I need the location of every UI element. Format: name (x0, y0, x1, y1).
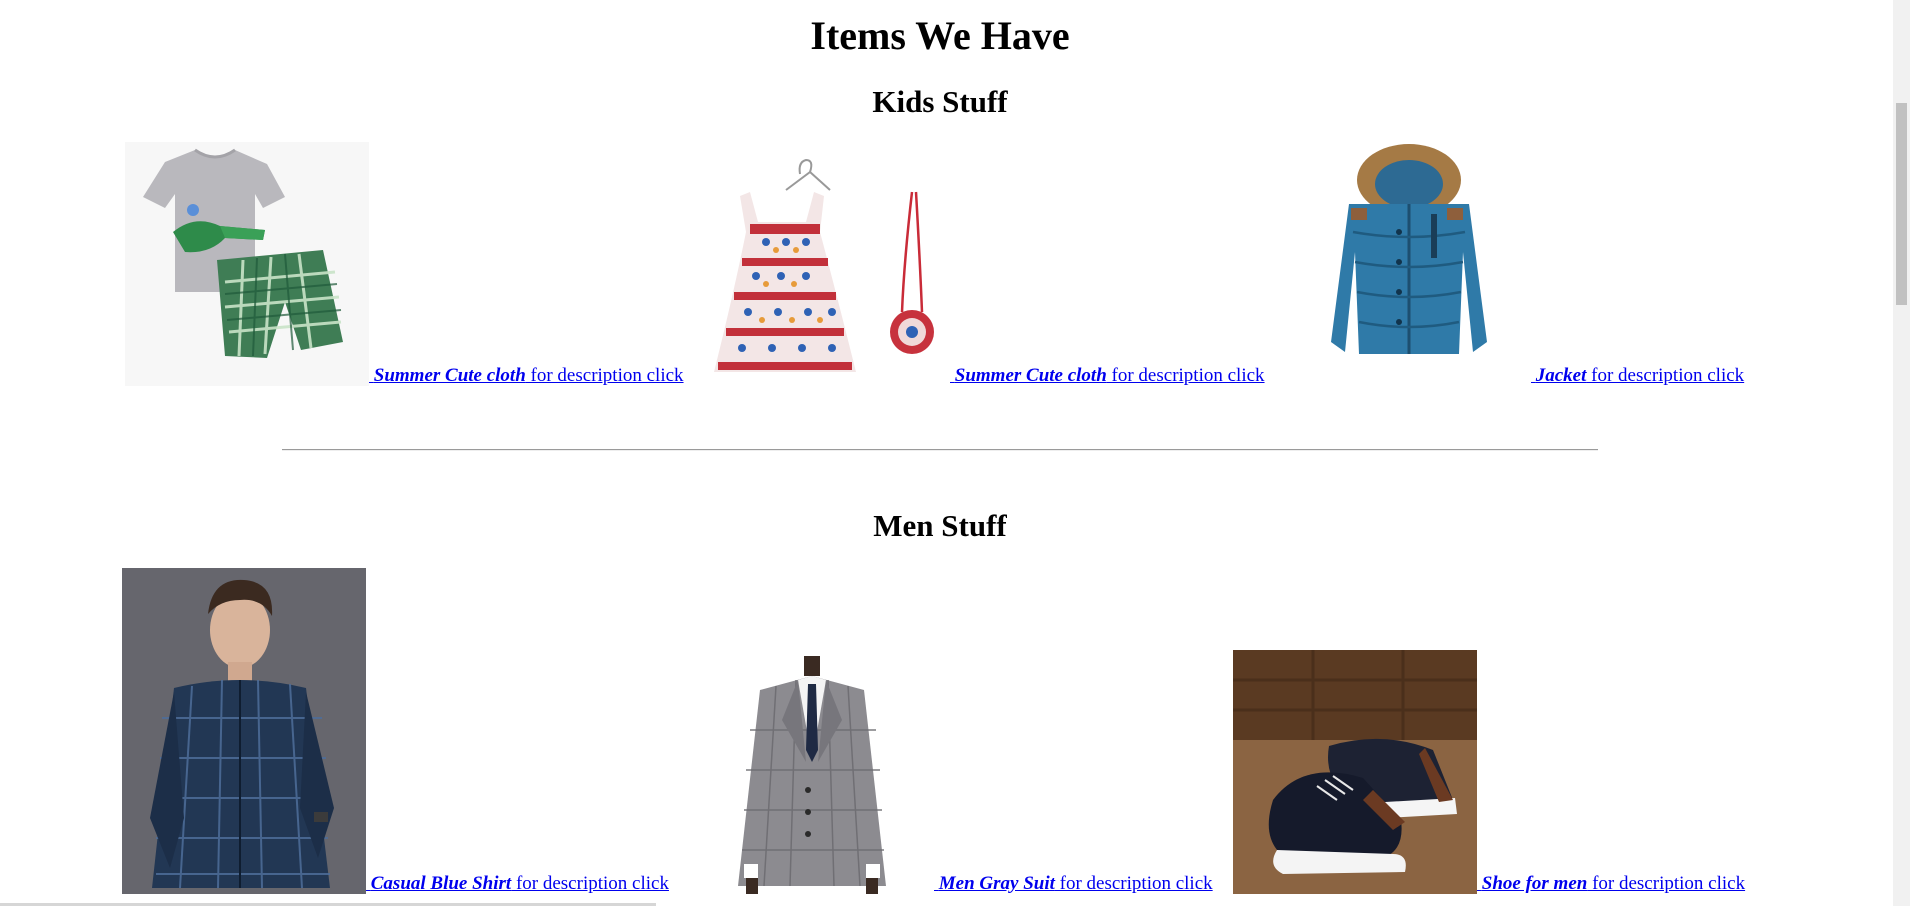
kids-item-1-link[interactable]: Summer Cute cloth for description click (125, 142, 684, 386)
men-item-3: Shoe for men for description click (1233, 650, 1745, 894)
men-blue-shirt-image[interactable] (122, 568, 366, 894)
kids-item-1-caption[interactable]: Summer Cute cloth for description click (369, 366, 684, 386)
men-item-1-link[interactable]: Casual Blue Shirt for description click (122, 568, 669, 894)
men-item-2: Men Gray Suit for description click (690, 650, 1213, 894)
men-item-1: Casual Blue Shirt for description click (122, 568, 669, 894)
kids-item-2-name[interactable]: Summer Cute cloth (955, 365, 1107, 386)
men-item-3-caption[interactable]: Shoe for men for description click (1477, 874, 1745, 894)
kids-item-3-name[interactable]: Jacket (1536, 365, 1587, 386)
men-item-2-suffix[interactable]: for description click (1055, 873, 1213, 894)
kids-item-2-link[interactable]: Summer Cute cloth for description click (706, 142, 1265, 386)
men-item-3-suffix[interactable]: for description click (1587, 873, 1745, 894)
kids-item-3: Jacket for description click (1287, 142, 1744, 386)
section-divider (282, 449, 1598, 451)
kids-item-1-suffix[interactable]: for description click (526, 365, 684, 386)
kids-item-2-caption[interactable]: Summer Cute cloth for description click (950, 366, 1265, 386)
men-item-2-caption[interactable]: Men Gray Suit for description click (934, 874, 1213, 894)
kids-item-3-caption[interactable]: Jacket for description click (1531, 366, 1744, 386)
kids-item-2: Summer Cute cloth for description click (706, 142, 1265, 386)
men-item-2-name[interactable]: Men Gray Suit (939, 873, 1055, 894)
kids-blue-jacket-image[interactable] (1287, 142, 1531, 386)
kids-item-1-name[interactable]: Summer Cute cloth (374, 365, 526, 386)
men-item-1-name[interactable]: Casual Blue Shirt (371, 873, 511, 894)
page-title: Items We Have (810, 13, 1070, 58)
men-item-1-caption[interactable]: Casual Blue Shirt for description click (366, 874, 669, 894)
vertical-scrollbar[interactable] (1893, 0, 1910, 906)
scrollbar-thumb[interactable] (1896, 103, 1907, 305)
kids-item-3-suffix[interactable]: for description click (1586, 365, 1744, 386)
kids-section-heading: Kids Stuff (872, 84, 1008, 119)
men-item-1-suffix[interactable]: for description click (511, 873, 669, 894)
men-section-heading: Men Stuff (873, 508, 1007, 543)
kids-tshirt-shorts-image[interactable] (125, 142, 369, 386)
men-item-3-name[interactable]: Shoe for men (1482, 873, 1588, 894)
men-gray-suit-image[interactable] (690, 650, 934, 894)
kids-floral-dress-image[interactable] (706, 142, 950, 386)
page-viewport: Items We Have Kids Stuff Summer Cute clo… (0, 0, 1893, 906)
kids-item-1: Summer Cute cloth for description click (125, 142, 684, 386)
kids-item-3-link[interactable]: Jacket for description click (1287, 142, 1744, 386)
men-item-3-link[interactable]: Shoe for men for description click (1233, 650, 1745, 894)
kids-item-2-suffix[interactable]: for description click (1107, 365, 1265, 386)
men-item-2-link[interactable]: Men Gray Suit for description click (690, 650, 1213, 894)
men-shoes-image[interactable] (1233, 650, 1477, 894)
